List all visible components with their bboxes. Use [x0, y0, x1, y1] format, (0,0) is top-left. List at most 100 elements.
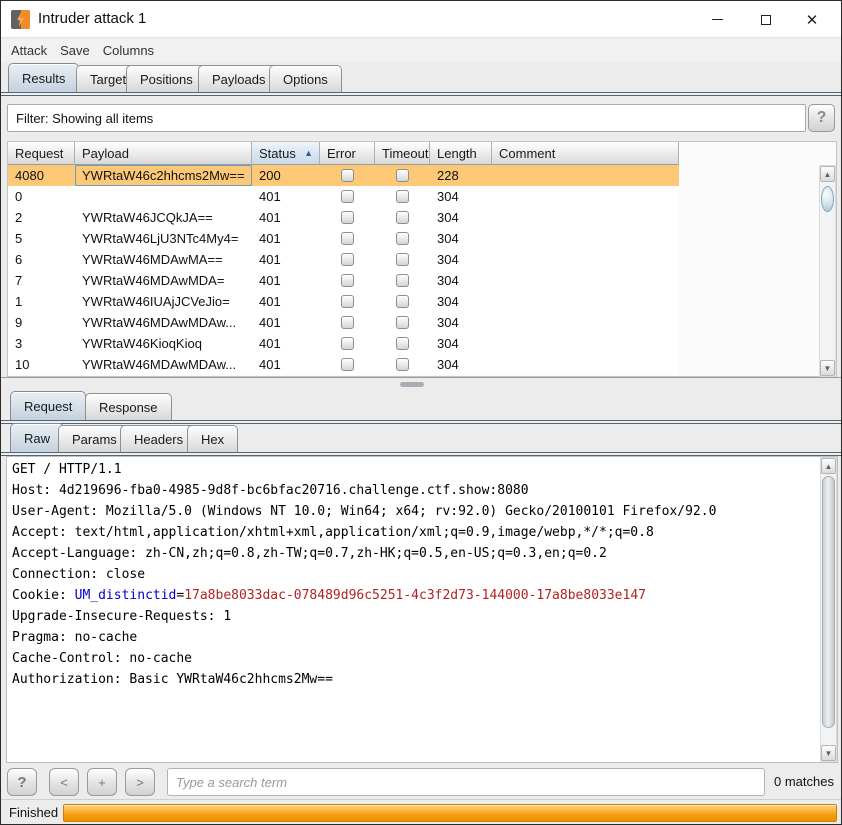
table-row[interactable]: 2 YWRtaW46JCQkJA== 401 304: [8, 207, 679, 228]
cell-comment: [492, 354, 679, 375]
timeout-checkbox[interactable]: [396, 295, 409, 308]
cell-length: 304: [437, 273, 459, 288]
cell-comment: [492, 165, 679, 186]
minimize-icon[interactable]: [694, 1, 740, 38]
scroll-up-icon[interactable]: ▲: [821, 458, 836, 474]
tab-options[interactable]: Options: [269, 65, 342, 92]
cell-status: 401: [259, 231, 281, 246]
error-checkbox[interactable]: [341, 295, 354, 308]
progress-fill: [64, 805, 836, 821]
filter-summary[interactable]: Filter: Showing all items: [7, 104, 806, 132]
menu-attack[interactable]: Attack: [11, 43, 47, 58]
timeout-checkbox[interactable]: [396, 169, 409, 182]
error-checkbox[interactable]: [341, 169, 354, 182]
table-row[interactable]: 1 YWRtaW46IUAjJCVeJio= 401 304: [8, 291, 679, 312]
tab-hex[interactable]: Hex: [187, 425, 239, 452]
cell-timeout: [375, 207, 430, 228]
column-header-status[interactable]: Status ▲: [252, 142, 320, 165]
search-help-button[interactable]: ?: [7, 768, 37, 796]
results-table: Request Payload Status ▲ Error Timeout Le…: [7, 141, 837, 377]
cell-comment: [492, 291, 679, 312]
timeout-checkbox[interactable]: [396, 253, 409, 266]
search-bar: ? < + > 0 matches: [1, 764, 841, 799]
table-row[interactable]: 10 YWRtaW46MDAwMDAw... 401 304: [8, 354, 679, 375]
cell-length: 304: [437, 336, 459, 351]
tab-response[interactable]: Response: [85, 393, 172, 420]
cell-payload: YWRtaW46LjU3NTc4My4=: [82, 231, 239, 246]
cell-error: [320, 312, 375, 333]
table-row[interactable]: 4080 YWRtaW46c2hhcms2Mw== 200 228: [8, 165, 679, 186]
cell-payload: YWRtaW46MDAwMDAw...: [82, 357, 237, 372]
tab-raw[interactable]: Raw: [10, 423, 65, 452]
column-header-comment[interactable]: Comment: [492, 142, 679, 165]
cell-timeout: [375, 228, 430, 249]
pane-splitter[interactable]: [1, 377, 841, 391]
results-scrollbar[interactable]: ▲ ▼: [819, 165, 836, 377]
menu-columns[interactable]: Columns: [103, 43, 154, 58]
editor-scrollbar[interactable]: ▲ ▼: [820, 457, 837, 762]
cell-status: 401: [259, 273, 281, 288]
cell-comment: [492, 186, 679, 207]
scroll-up-icon[interactable]: ▲: [820, 166, 835, 182]
request-editor[interactable]: GET / HTTP/1.1 Host: 4d219696-fba0-4985-9…: [6, 456, 838, 763]
timeout-checkbox[interactable]: [396, 316, 409, 329]
tab-positions[interactable]: Positions: [126, 65, 207, 92]
cell-comment: [492, 228, 679, 249]
status-bar: Finished: [1, 799, 841, 824]
column-header-length[interactable]: Length: [430, 142, 492, 165]
table-row[interactable]: 9 YWRtaW46MDAwMDAw... 401 304: [8, 312, 679, 333]
request-line: Upgrade-Insecure-Requests: 1: [12, 609, 232, 624]
maximize-icon[interactable]: [743, 1, 789, 38]
cell-status: 401: [259, 252, 281, 267]
close-icon[interactable]: ✕: [789, 1, 835, 38]
search-matches-count: 0 matches: [774, 774, 834, 789]
table-row[interactable]: 7 YWRtaW46MDAwMDA= 401 304: [8, 270, 679, 291]
error-checkbox[interactable]: [341, 253, 354, 266]
timeout-checkbox[interactable]: [396, 358, 409, 371]
table-row[interactable]: 5 YWRtaW46LjU3NTc4My4= 401 304: [8, 228, 679, 249]
table-row[interactable]: 0 401 304: [8, 186, 679, 207]
timeout-checkbox[interactable]: [396, 274, 409, 287]
splitter-grip-icon[interactable]: [400, 382, 424, 387]
error-checkbox[interactable]: [341, 232, 354, 245]
scrollbar-thumb[interactable]: [822, 476, 835, 728]
error-checkbox[interactable]: [341, 211, 354, 224]
scrollbar-thumb[interactable]: [821, 186, 834, 212]
timeout-checkbox[interactable]: [396, 211, 409, 224]
column-header-request[interactable]: Request: [8, 142, 75, 165]
error-checkbox[interactable]: [341, 358, 354, 371]
error-checkbox[interactable]: [341, 190, 354, 203]
column-header-error[interactable]: Error: [320, 142, 375, 165]
tab-results[interactable]: Results: [8, 63, 80, 92]
menu-save[interactable]: Save: [60, 43, 90, 58]
table-row[interactable]: 6 YWRtaW46MDAwMA== 401 304: [8, 249, 679, 270]
cell-length: 304: [437, 252, 459, 267]
error-checkbox[interactable]: [341, 316, 354, 329]
search-add-button[interactable]: +: [87, 768, 117, 796]
timeout-checkbox[interactable]: [396, 190, 409, 203]
scroll-down-icon[interactable]: ▼: [821, 745, 836, 761]
search-prev-button[interactable]: <: [49, 768, 79, 796]
tab-payloads[interactable]: Payloads: [198, 65, 280, 92]
cell-request: 0: [15, 189, 23, 204]
column-header-timeout[interactable]: Timeout: [375, 142, 430, 165]
cell-request: 1: [15, 294, 23, 309]
message-tab-strip: Request Response: [1, 391, 841, 424]
results-table-header: Request Payload Status ▲ Error Timeout Le…: [8, 142, 679, 165]
cell-error: [320, 165, 375, 186]
cell-timeout: [375, 165, 430, 186]
search-input[interactable]: [167, 768, 765, 796]
column-header-payload[interactable]: Payload: [75, 142, 252, 165]
view-tab-strip: Raw Params Headers Hex: [1, 423, 841, 456]
scroll-down-icon[interactable]: ▼: [820, 360, 835, 376]
tab-request[interactable]: Request: [10, 391, 87, 420]
timeout-checkbox[interactable]: [396, 337, 409, 350]
timeout-checkbox[interactable]: [396, 232, 409, 245]
tab-headers[interactable]: Headers: [120, 425, 198, 452]
error-checkbox[interactable]: [341, 274, 354, 287]
filter-help-button[interactable]: ?: [808, 104, 835, 132]
error-checkbox[interactable]: [341, 337, 354, 350]
cell-timeout: [375, 354, 430, 375]
table-row[interactable]: 3 YWRtaW46KioqKioq 401 304: [8, 333, 679, 354]
search-next-button[interactable]: >: [125, 768, 155, 796]
